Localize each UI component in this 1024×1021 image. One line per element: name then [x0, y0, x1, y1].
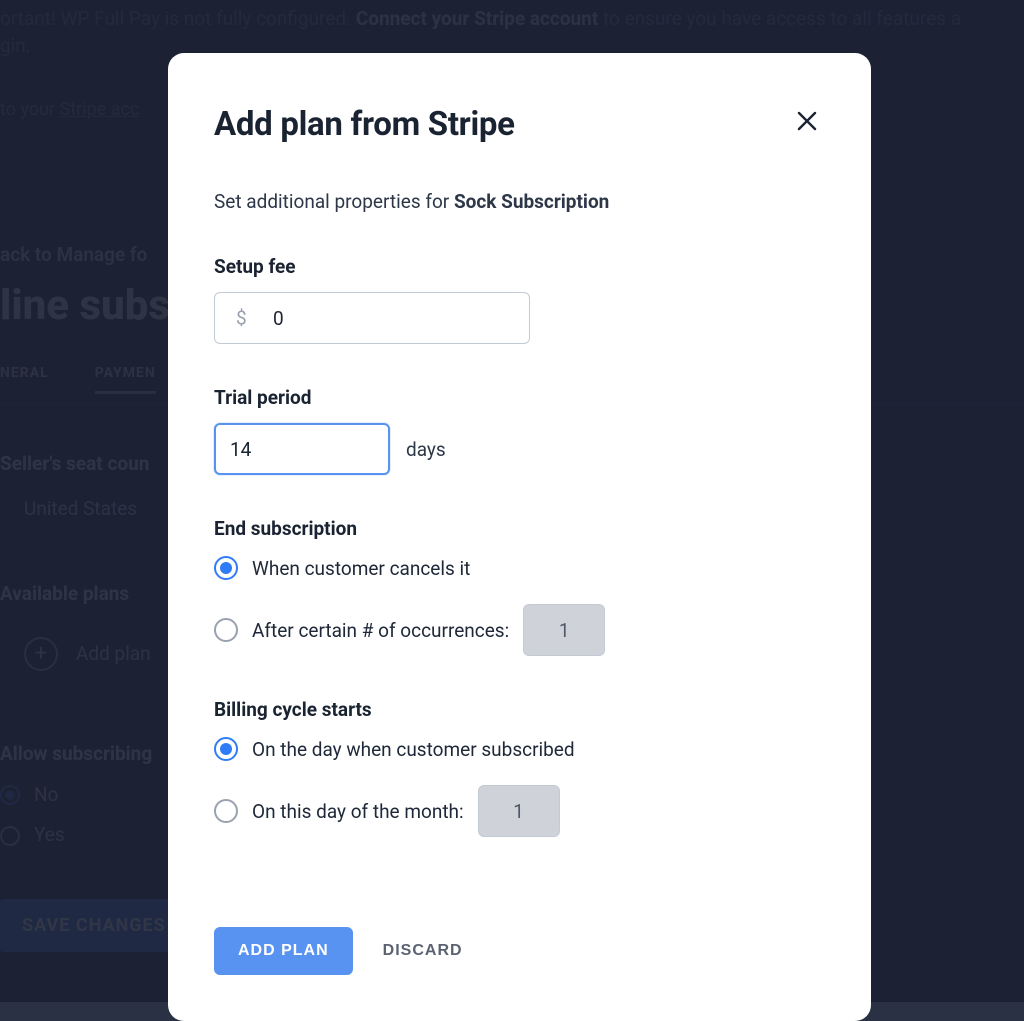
end-sub-radio-cancel[interactable] [214, 556, 238, 580]
end-sub-opt-occurrences[interactable]: After certain # of occurrences: [252, 619, 509, 642]
setup-fee-label: Setup fee [214, 255, 825, 278]
close-button[interactable] [789, 103, 825, 139]
end-sub-radio-occurrences[interactable] [214, 618, 238, 642]
billing-opt-day[interactable]: On this day of the month: [252, 800, 464, 823]
modal-action-row: ADD PLAN DISCARD [214, 927, 825, 975]
modal-subtitle-prefix: Set additional properties for [214, 190, 454, 213]
setup-fee-input[interactable] [214, 292, 530, 344]
add-plan-button[interactable]: ADD PLAN [214, 927, 353, 975]
close-icon [795, 109, 819, 133]
trial-period-suffix: days [406, 438, 446, 461]
modal-title: Add plan from Stripe [214, 105, 515, 144]
billing-opt-subscribed[interactable]: On the day when customer subscribed [252, 738, 575, 761]
currency-symbol: $ [236, 307, 247, 330]
product-name: Sock Subscription [454, 190, 609, 213]
end-subscription-group: End subscription When customer cancels i… [214, 517, 825, 656]
trial-period-group: Trial period days [214, 386, 825, 475]
trial-period-input[interactable] [214, 423, 390, 475]
occurrences-input[interactable] [523, 604, 605, 656]
end-sub-opt-cancel[interactable]: When customer cancels it [252, 557, 470, 580]
billing-cycle-label: Billing cycle starts [214, 698, 825, 721]
modal-subtitle: Set additional properties for Sock Subsc… [214, 190, 825, 213]
trial-period-label: Trial period [214, 386, 825, 409]
discard-button[interactable]: DISCARD [377, 927, 469, 975]
billing-radio-day[interactable] [214, 799, 238, 823]
add-plan-modal: Add plan from Stripe Set additional prop… [168, 53, 871, 1021]
setup-fee-group: Setup fee $ [214, 255, 825, 344]
billing-day-input[interactable] [478, 785, 560, 837]
billing-cycle-group: Billing cycle starts On the day when cus… [214, 698, 825, 837]
end-subscription-label: End subscription [214, 517, 825, 540]
billing-radio-subscribed[interactable] [214, 737, 238, 761]
